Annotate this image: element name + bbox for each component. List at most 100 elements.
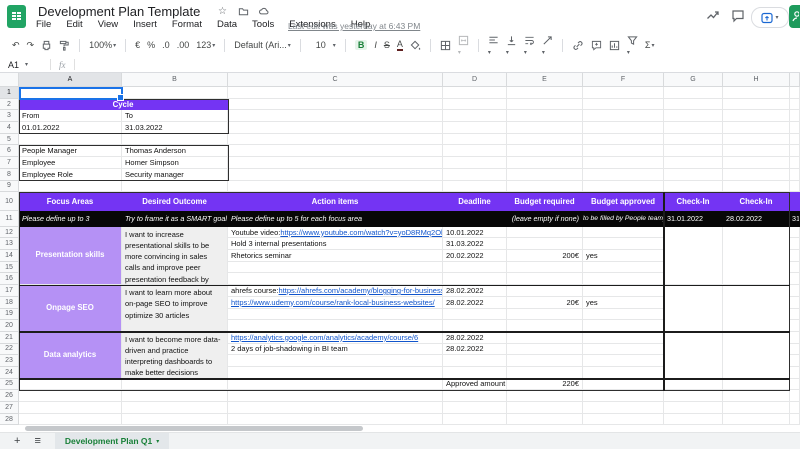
menu-format[interactable]: Format <box>172 19 202 30</box>
grid-cell[interactable] <box>443 134 507 146</box>
more-formats-button[interactable]: 123▾ <box>196 40 215 50</box>
grid-cell[interactable] <box>19 181 122 193</box>
row-header[interactable]: 12 <box>0 227 19 239</box>
grid-cell[interactable] <box>228 367 443 379</box>
grid-cell[interactable] <box>790 238 800 250</box>
grid-cell[interactable] <box>583 145 664 157</box>
grid-cell[interactable] <box>19 414 122 426</box>
cell-check-in-merged[interactable] <box>664 379 723 391</box>
hint-focus[interactable]: Please define up to 3 <box>19 211 122 227</box>
udemy-link[interactable]: https://www.udemy.com/course/rank-local-… <box>231 298 435 307</box>
document-title[interactable]: Development Plan Template <box>38 4 200 19</box>
cell-deadline[interactable]: 28.02.2022 <box>443 344 507 356</box>
grid-cell[interactable] <box>19 87 122 99</box>
grid-cell[interactable] <box>507 99 583 111</box>
grid-cell[interactable] <box>19 379 122 391</box>
row-header[interactable]: 1 <box>0 87 19 99</box>
grid-cell[interactable] <box>228 181 443 193</box>
hint-budget-approved[interactable]: (to be filled by People team) <box>583 211 664 227</box>
grid-cell[interactable] <box>228 309 443 321</box>
grid-cell[interactable] <box>443 367 507 379</box>
grid-cell[interactable] <box>507 262 583 274</box>
grid-cell[interactable] <box>507 402 583 414</box>
text-color-button[interactable]: A <box>397 40 403 51</box>
grid-cell[interactable] <box>583 285 664 297</box>
grid-cell[interactable] <box>790 169 800 181</box>
grid-cell[interactable] <box>664 402 723 414</box>
grid-cell[interactable] <box>723 414 790 426</box>
grid-cell[interactable] <box>664 414 723 426</box>
grid-cell[interactable] <box>790 390 800 402</box>
grid-cell[interactable] <box>664 134 723 146</box>
format-percent-button[interactable]: % <box>147 40 155 50</box>
ahrefs-link[interactable]: https://ahrefs.com/academy/blogging-for-… <box>279 286 443 295</box>
grid-cell[interactable] <box>583 238 664 250</box>
cell-check-in-merged[interactable] <box>723 379 790 391</box>
grid-cell[interactable] <box>507 355 583 367</box>
row-header[interactable]: 3 <box>0 110 19 122</box>
grid-cell[interactable] <box>443 169 507 181</box>
grid-cell[interactable] <box>443 99 507 111</box>
grid-cell[interactable] <box>443 181 507 193</box>
grid-cell[interactable] <box>664 157 723 169</box>
grid-cell[interactable] <box>507 309 583 321</box>
grid-cell[interactable] <box>19 402 122 414</box>
hint-check-in-3[interactable]: 31.03.2022 <box>790 211 800 227</box>
formula-input[interactable] <box>75 57 800 72</box>
cell-focus-presentation-skills[interactable]: Presentation skills <box>19 227 122 285</box>
grid-cell[interactable] <box>664 145 723 157</box>
grid-cell[interactable] <box>664 122 723 134</box>
grid-cell[interactable] <box>228 390 443 402</box>
grid-cell[interactable] <box>443 309 507 321</box>
cell-outcome-onpage-seo[interactable]: I want to learn more about on-page SEO t… <box>122 285 228 332</box>
header-desired-outcome[interactable]: Desired Outcome <box>122 192 228 211</box>
row-header[interactable]: 19 <box>0 309 19 321</box>
column-header[interactable]: A <box>19 73 122 87</box>
grid-cell[interactable] <box>790 285 800 297</box>
grid-cell[interactable] <box>228 262 443 274</box>
grid-cell[interactable] <box>723 157 790 169</box>
grid-cell[interactable] <box>723 181 790 193</box>
insert-link-icon[interactable] <box>572 40 584 51</box>
row-header[interactable]: 28 <box>0 414 19 426</box>
grid-cell[interactable] <box>228 157 443 169</box>
grid-cell[interactable] <box>583 320 664 332</box>
grid-cell[interactable] <box>790 344 800 356</box>
grid-cell[interactable] <box>583 134 664 146</box>
grid-cell[interactable] <box>443 262 507 274</box>
decrease-decimal-button[interactable]: .0 <box>162 40 170 50</box>
hint-action[interactable]: Please define up to 5 for each focus are… <box>228 211 443 227</box>
cell-action-youtube[interactable]: Youtube video: https://www.youtube.com/w… <box>228 227 443 239</box>
cell-deadline[interactable]: 28.02.2022 <box>443 297 507 309</box>
grid-cell[interactable] <box>664 87 723 99</box>
menu-file[interactable]: File <box>36 19 51 30</box>
grid-cell[interactable] <box>723 145 790 157</box>
grid-cell[interactable] <box>583 87 664 99</box>
cell-deadline[interactable]: 28.02.2022 <box>443 285 507 297</box>
cell-from-value[interactable]: 01.01.2022 <box>19 122 122 134</box>
font-size-select[interactable]: 10▾ <box>310 40 336 50</box>
cloud-status-icon[interactable] <box>258 6 270 17</box>
grid-cell[interactable] <box>122 87 228 99</box>
row-header[interactable]: 7 <box>0 157 19 169</box>
grid-cell[interactable] <box>583 169 664 181</box>
grid-cell[interactable] <box>790 99 800 111</box>
grid-cell[interactable] <box>723 110 790 122</box>
grid-cell[interactable] <box>228 273 443 285</box>
grid-cell[interactable] <box>507 169 583 181</box>
grid-cell[interactable] <box>790 134 800 146</box>
grid-cell[interactable] <box>507 157 583 169</box>
grid-cell[interactable] <box>790 262 800 274</box>
cell-employee-name[interactable]: Homer Simpson <box>122 157 228 169</box>
row-header[interactable]: 22 <box>0 344 19 356</box>
grid-cell[interactable] <box>583 344 664 356</box>
grid-cell[interactable] <box>723 99 790 111</box>
all-sheets-icon[interactable]: ≡ <box>34 436 40 446</box>
grid-cell[interactable] <box>507 285 583 297</box>
grid-cell[interactable] <box>443 87 507 99</box>
increase-decimal-button[interactable]: .00 <box>177 40 190 50</box>
menu-tools[interactable]: Tools <box>252 19 274 30</box>
cell-deadline[interactable]: 28.02.2022 <box>443 332 507 344</box>
grid-cell[interactable] <box>228 402 443 414</box>
bold-button[interactable]: B <box>355 40 368 50</box>
